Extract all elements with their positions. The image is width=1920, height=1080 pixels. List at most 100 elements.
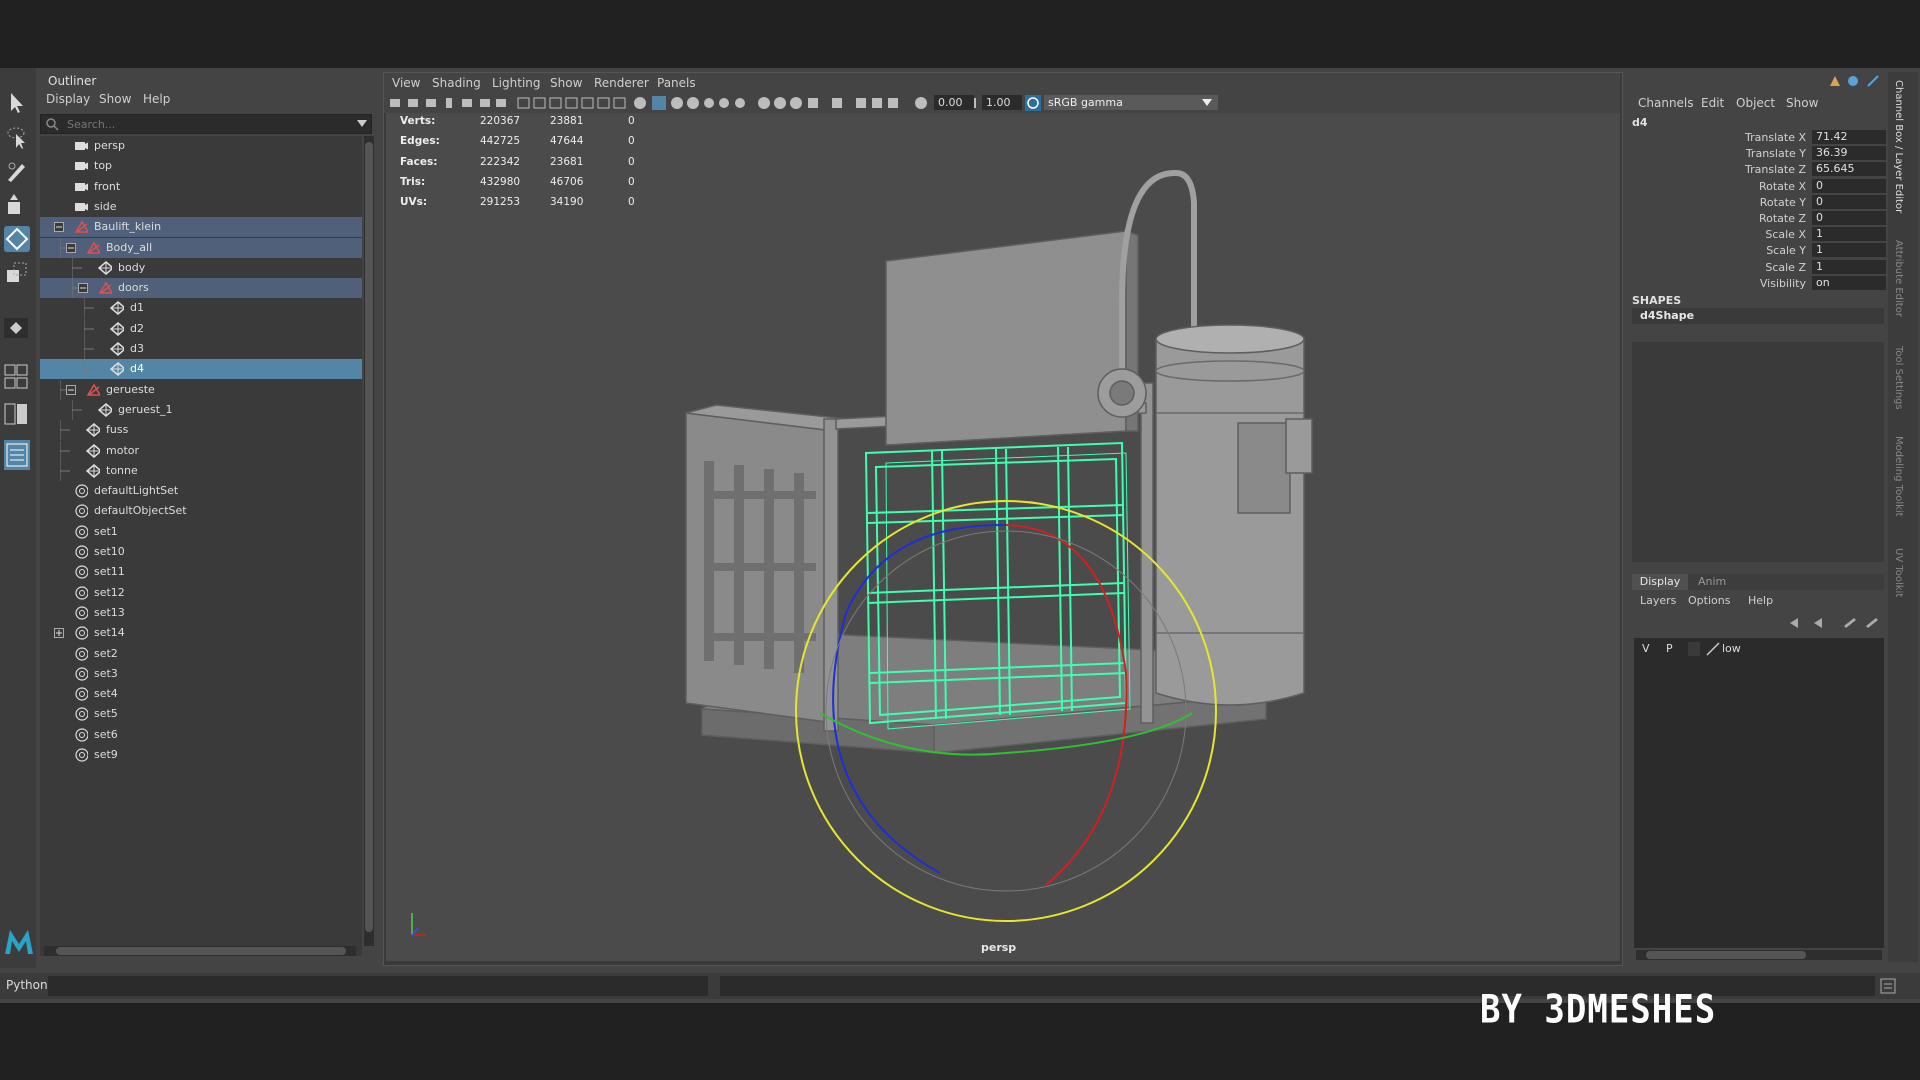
scale-tool-icon[interactable] <box>4 260 30 286</box>
layer-color-swatch[interactable] <box>1688 642 1700 656</box>
tab-channel-box[interactable]: Channel Box / Layer Editor <box>1893 80 1904 213</box>
outliner-item[interactable]: geruest_1 <box>40 399 362 420</box>
channelbox-menu-channels[interactable]: Channels <box>1638 96 1694 110</box>
channelbox-menu-show[interactable]: Show <box>1786 96 1818 110</box>
channel-value-field[interactable]: 1 <box>1812 227 1886 242</box>
outliner-item[interactable]: tonne <box>40 460 362 481</box>
layer-visibility-toggle[interactable]: V <box>1642 642 1650 655</box>
collapse-icon[interactable] <box>78 283 88 294</box>
shape-row[interactable]: d4Shape <box>1632 308 1884 324</box>
channel-value-field[interactable]: 65.645 <box>1812 162 1886 177</box>
script-editor-icon[interactable] <box>1880 977 1896 995</box>
move-tool-icon[interactable] <box>4 192 30 218</box>
color-space-dropdown[interactable]: sRGB gamma <box>1044 95 1218 110</box>
outliner-item[interactable]: top <box>40 156 362 176</box>
viewport-menu-panels[interactable]: Panels <box>657 76 696 90</box>
channel-value-field[interactable]: 0 <box>1812 211 1886 225</box>
tab-attribute-editor[interactable]: Attribute Editor <box>1893 240 1904 317</box>
outliner-item[interactable]: set10 <box>40 542 362 562</box>
layers-menu-options[interactable]: Options <box>1688 594 1730 607</box>
viewport-menu-show[interactable]: Show <box>550 76 582 90</box>
outliner-item[interactable]: set14 <box>40 623 362 643</box>
gamma-field[interactable]: 1.00 <box>982 95 1022 110</box>
outliner-item[interactable]: d3 <box>40 339 362 359</box>
channel-value-field[interactable]: 36.39 <box>1812 146 1886 161</box>
layer-row[interactable]: V P low <box>1634 640 1884 658</box>
layers-menu-help[interactable]: Help <box>1748 594 1773 607</box>
outliner-item[interactable]: gerueste <box>40 379 362 400</box>
outliner-search-input[interactable] <box>65 116 349 132</box>
outliner-item[interactable]: set4 <box>40 684 362 704</box>
channel-value-field[interactable]: 0 <box>1812 194 1886 209</box>
outliner-item[interactable]: set9 <box>40 745 362 765</box>
channelbox-menu-edit[interactable]: Edit <box>1701 96 1724 110</box>
channel-value-field[interactable]: 1 <box>1812 259 1886 274</box>
outliner-item[interactable]: set12 <box>40 583 362 603</box>
viewport-menu-view[interactable]: View <box>392 76 420 90</box>
outliner-item[interactable]: Baulift_klein <box>40 217 362 238</box>
outliner-item[interactable]: persp <box>40 136 362 156</box>
layers-menu-layers[interactable]: Layers <box>1640 594 1676 607</box>
outliner-item[interactable]: defaultObjectSet <box>40 501 362 521</box>
outliner-item[interactable]: d1 <box>40 298 362 319</box>
viewport-menu-shading[interactable]: Shading <box>432 76 481 90</box>
collapse-icon[interactable] <box>54 222 64 233</box>
search-options-chevron-icon[interactable] <box>357 120 367 128</box>
3d-viewport[interactable]: Verts: 220367 23881 0 Edges: 442725 47644 0 Face… <box>386 113 1620 961</box>
layer-playback-toggle[interactable]: P <box>1666 642 1673 655</box>
outliner-menu-help[interactable]: Help <box>143 92 170 106</box>
channel-value-field[interactable]: 1 <box>1812 243 1886 258</box>
rotate-tool-icon[interactable] <box>4 226 30 252</box>
outliner-vertical-scrollbar[interactable] <box>364 136 374 946</box>
collapse-icon[interactable] <box>66 384 76 395</box>
scene-render[interactable] <box>386 113 1620 961</box>
outliner-layout-icon[interactable] <box>4 440 30 470</box>
outliner-item[interactable]: d4 <box>40 359 362 380</box>
outliner-item[interactable]: Body_all <box>40 237 362 258</box>
outliner-item[interactable]: side <box>40 197 362 217</box>
outliner-item[interactable]: body <box>40 257 362 278</box>
tab-display[interactable]: Display <box>1632 574 1688 590</box>
layer-buttons[interactable] <box>1788 616 1878 630</box>
viewport-menu-renderer[interactable]: Renderer <box>594 76 649 90</box>
tab-modeling-toolkit[interactable]: Modeling Toolkit <box>1893 436 1904 517</box>
outliner-item[interactable]: front <box>40 177 362 197</box>
viewport-menu-lighting[interactable]: Lighting <box>492 76 541 90</box>
tab-uv-toolkit[interactable]: UV Toolkit <box>1893 548 1904 597</box>
outliner-menu-show[interactable]: Show <box>99 92 131 106</box>
layer-horizontal-scrollbar[interactable] <box>1636 950 1882 960</box>
outliner-item[interactable]: set13 <box>40 603 362 623</box>
tab-tool-settings[interactable]: Tool Settings <box>1893 346 1904 410</box>
outliner-horizontal-scrollbar[interactable] <box>44 946 356 956</box>
outliner-item[interactable]: set11 <box>40 562 362 582</box>
color-management-icon[interactable] <box>1025 95 1041 111</box>
outliner-item[interactable]: set6 <box>40 725 362 745</box>
expand-icon[interactable] <box>54 628 64 639</box>
channelbox-header-icons[interactable] <box>1828 74 1886 88</box>
select-tool-icon[interactable] <box>4 90 30 116</box>
channel-value-field[interactable]: on <box>1812 275 1886 290</box>
layout-two-icon[interactable] <box>4 402 28 426</box>
outliner-item[interactable]: set1 <box>40 522 362 542</box>
layout-single-icon[interactable] <box>4 318 28 338</box>
outliner-item[interactable]: defaultLightSet <box>40 481 362 501</box>
lasso-tool-icon[interactable] <box>4 124 30 150</box>
outliner-item[interactable]: motor <box>40 440 362 461</box>
command-input[interactable] <box>48 976 708 996</box>
outliner-item[interactable]: doors <box>40 278 362 299</box>
outliner-item[interactable]: fuss <box>40 420 362 441</box>
exposure-field[interactable]: 0.00 <box>934 95 974 110</box>
outliner-item[interactable]: set3 <box>40 664 362 684</box>
outliner-item[interactable]: set5 <box>40 704 362 724</box>
outliner-item[interactable]: set2 <box>40 644 362 664</box>
paint-select-icon[interactable] <box>4 158 30 184</box>
command-language-label[interactable]: Python <box>6 978 48 992</box>
layout-four-icon[interactable] <box>4 364 28 392</box>
channel-value-field[interactable]: 0 <box>1812 178 1886 193</box>
outliner-menu-display[interactable]: Display <box>46 92 90 106</box>
channel-value-field[interactable]: 71.42 <box>1812 130 1886 144</box>
collapse-icon[interactable] <box>66 242 76 253</box>
tab-anim[interactable]: Anim <box>1698 574 1726 590</box>
channelbox-menu-object[interactable]: Object <box>1736 96 1775 110</box>
outliner-item[interactable]: d2 <box>40 318 362 339</box>
